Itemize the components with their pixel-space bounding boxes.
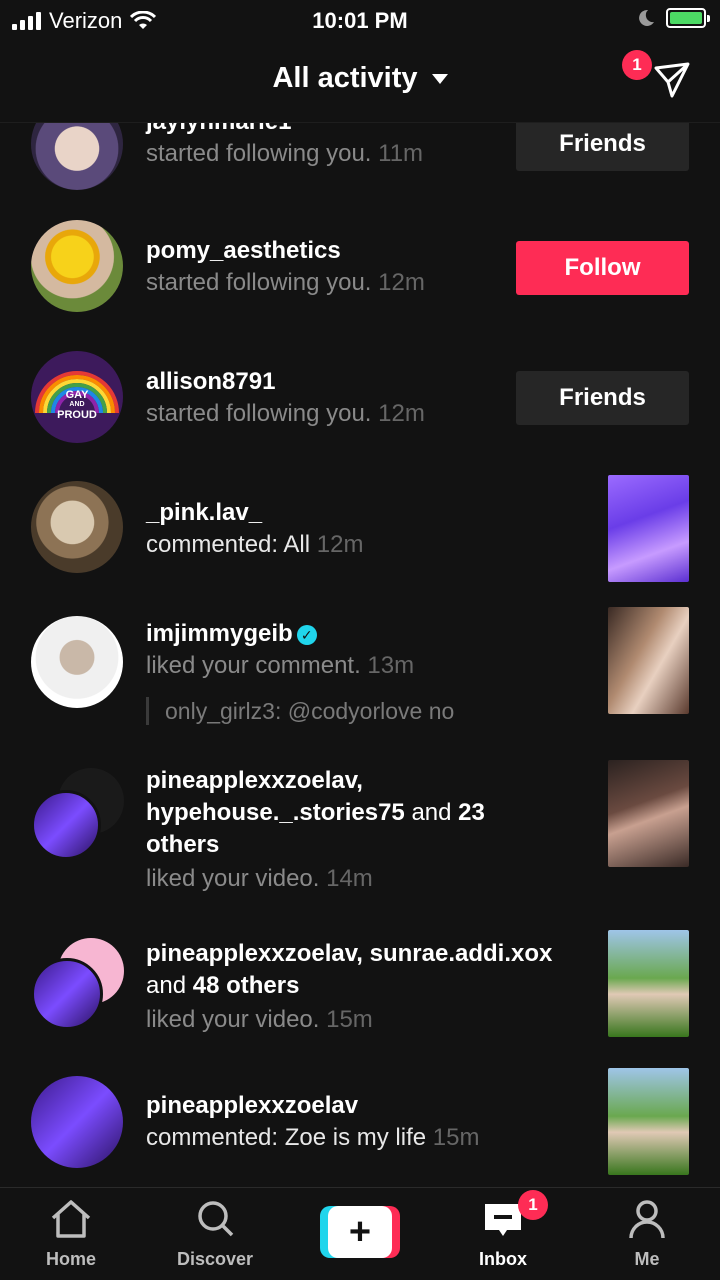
avatar[interactable] xyxy=(31,1076,123,1168)
tab-label: Me xyxy=(634,1249,660,1269)
timestamp: 12m xyxy=(378,269,425,296)
plus-icon: + xyxy=(328,1206,392,1258)
create-video-button[interactable]: + xyxy=(320,1206,400,1258)
avatar-text: PROUD xyxy=(57,409,97,421)
action-text: commented: Zoe is my life xyxy=(146,1124,427,1151)
list-item[interactable]: _pink.lav_ commented: All 12m xyxy=(0,475,720,601)
activity-filter-dropdown[interactable]: All activity xyxy=(0,62,720,95)
list-item[interactable]: pomy_aesthetics started following you. 1… xyxy=(0,220,720,340)
list-item[interactable]: pineapplexxzoelav, sunrae.addi.xox and 4… xyxy=(0,930,720,1068)
username[interactable]: hypehouse._.stories75 xyxy=(146,799,405,826)
others-label[interactable]: others xyxy=(146,829,546,861)
timestamp: 15m xyxy=(326,1006,373,1033)
tab-inbox[interactable]: 1 Inbox xyxy=(448,1190,558,1270)
video-thumbnail[interactable] xyxy=(608,760,689,867)
status-right xyxy=(636,8,710,28)
action-text: started following you. xyxy=(146,400,372,427)
avatar[interactable] xyxy=(31,481,123,573)
tab-label: Inbox xyxy=(479,1249,527,1269)
avatar[interactable] xyxy=(31,790,101,860)
verified-badge-icon: ✓ xyxy=(296,624,317,645)
video-thumbnail[interactable] xyxy=(608,607,689,714)
avatar-text: AND xyxy=(69,401,85,408)
home-icon xyxy=(51,1200,91,1238)
username[interactable]: allison8791 xyxy=(146,366,425,398)
tab-discover[interactable]: Discover xyxy=(160,1198,270,1270)
dm-badge: 1 xyxy=(622,50,652,80)
paper-plane-icon xyxy=(654,62,690,98)
action-text: started following you. xyxy=(146,269,372,296)
timestamp: 13m xyxy=(367,652,415,679)
comment-quote[interactable]: only_girlz3: @codyorlove no xyxy=(146,697,454,725)
follow-button[interactable]: Follow xyxy=(516,241,689,295)
action-text: started following you. xyxy=(146,140,372,167)
list-item[interactable]: pineapplexxzoelav commented: Zoe is my l… xyxy=(0,1068,720,1187)
friends-button[interactable]: Friends xyxy=(516,123,689,171)
tab-label: Discover xyxy=(176,1249,254,1269)
avatar[interactable] xyxy=(31,220,123,312)
caret-down-icon xyxy=(431,74,448,85)
list-item[interactable]: jaylynmarie1 started following you. 11m … xyxy=(0,123,720,213)
video-thumbnail[interactable] xyxy=(608,930,689,1037)
video-thumbnail[interactable] xyxy=(608,475,689,582)
notification-list[interactable]: jaylynmarie1 started following you. 11m … xyxy=(0,123,720,1187)
timestamp: 14m xyxy=(326,865,373,892)
activity-header: All activity 1 xyxy=(0,40,720,123)
action-text: liked your video. xyxy=(146,865,320,892)
usernames-line[interactable]: pineapplexxzoelav, sunrae.addi.xox xyxy=(146,938,586,970)
list-item[interactable]: GAY AND PROUD allison8791 started follow… xyxy=(0,351,720,471)
status-time: 10:01 PM xyxy=(312,8,408,33)
others-count[interactable]: 23 xyxy=(458,799,485,826)
avatar[interactable]: GAY AND PROUD xyxy=(31,351,123,443)
and-text: and xyxy=(146,972,187,999)
usernames-line-1[interactable]: pineapplexxzoelav, xyxy=(146,765,546,797)
and-text: and xyxy=(411,799,452,826)
moon-icon xyxy=(639,9,654,26)
profile-icon xyxy=(629,1200,665,1239)
action-text: commented: All xyxy=(146,531,311,558)
timestamp: 11m xyxy=(378,140,424,167)
timestamp: 15m xyxy=(432,1124,480,1151)
tab-label: Home xyxy=(45,1249,96,1269)
video-thumbnail[interactable] xyxy=(608,1068,689,1175)
status-bar: Verizon 10:01 PM xyxy=(0,0,720,40)
list-item[interactable]: pineapplexxzoelav, hypehouse._.stories75… xyxy=(0,760,720,913)
username[interactable]: jaylynmarie1 xyxy=(146,123,423,138)
tab-me[interactable]: Me xyxy=(592,1198,702,1270)
others-count[interactable]: 48 others xyxy=(193,972,300,999)
action-text: liked your comment. xyxy=(146,652,361,679)
timestamp: 12m xyxy=(378,400,425,427)
username[interactable]: pomy_aesthetics xyxy=(146,235,425,267)
avatar-text: GAY xyxy=(65,389,89,401)
direct-messages-button[interactable]: 1 xyxy=(622,50,692,100)
username[interactable]: pineapplexxzoelav xyxy=(146,1090,479,1122)
username[interactable]: _pink.lav_ xyxy=(146,497,363,529)
action-text: liked your video. xyxy=(146,1006,320,1033)
avatar[interactable] xyxy=(31,616,123,708)
tab-home[interactable]: Home xyxy=(16,1198,126,1270)
inbox-badge: 1 xyxy=(518,1190,548,1220)
search-icon xyxy=(198,1201,234,1237)
battery-icon xyxy=(666,8,710,28)
timestamp: 12m xyxy=(316,531,364,558)
bottom-tab-bar: Home Discover + 1 Inbox Me xyxy=(0,1187,720,1280)
list-item[interactable]: imjimmygeib ✓ liked your comment. 13m onl… xyxy=(0,607,720,758)
friends-button[interactable]: Friends xyxy=(516,371,689,425)
page-title: All activity xyxy=(272,62,418,94)
avatar[interactable] xyxy=(31,958,103,1030)
avatar[interactable] xyxy=(31,123,123,190)
username[interactable]: imjimmygeib xyxy=(146,620,293,647)
